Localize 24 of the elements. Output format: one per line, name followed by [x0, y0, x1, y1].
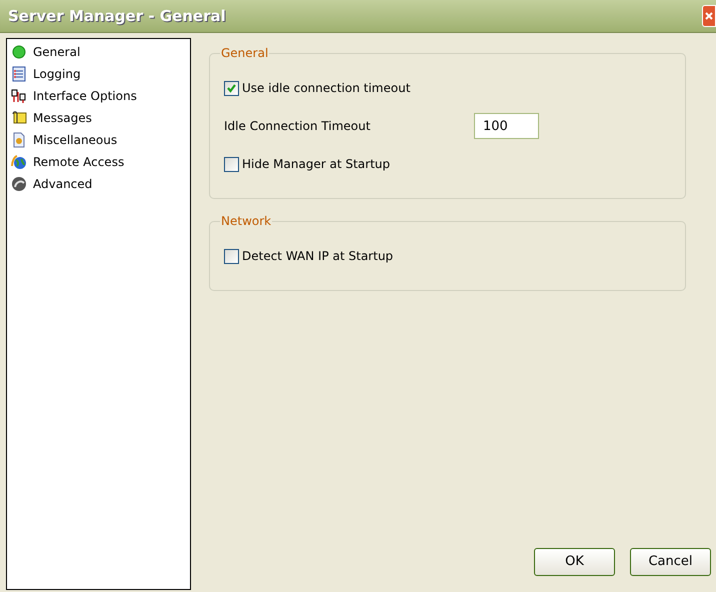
checkbox[interactable]: Hide Manager at Startup	[224, 155, 390, 173]
circle-icon	[11, 44, 27, 60]
window-title: Server Manager - General	[8, 6, 226, 27]
checkbox[interactable]: Detect WAN IP at Startup	[224, 247, 394, 265]
check-icon	[226, 82, 237, 94]
folder-icon	[11, 110, 27, 126]
input-field[interactable]: 100	[474, 113, 539, 139]
sidebar-item[interactable]: Advanced	[11, 173, 94, 195]
sidebar-item[interactable]: General	[11, 41, 82, 63]
field-label: Idle Connection Timeout	[224, 118, 372, 135]
swirl-icon	[11, 176, 27, 192]
checkbox[interactable]: Use idle connection timeout	[224, 79, 410, 97]
dialog-button[interactable]: Cancel	[630, 548, 711, 576]
dialog-button[interactable]: OK	[534, 548, 615, 576]
list-icon	[11, 66, 27, 82]
sidebar-item[interactable]: Messages	[11, 107, 94, 129]
close-icon	[704, 11, 714, 21]
close-button[interactable]	[702, 5, 716, 27]
sidebar-item[interactable]: Logging	[11, 63, 83, 85]
sidebar-item[interactable]: Interface Options	[11, 85, 139, 107]
document-icon	[11, 132, 27, 148]
sidebar-item[interactable]: Remote Access	[11, 151, 126, 173]
sidebar-item[interactable]: Miscellaneous	[11, 129, 120, 151]
globe-icon	[11, 154, 27, 170]
